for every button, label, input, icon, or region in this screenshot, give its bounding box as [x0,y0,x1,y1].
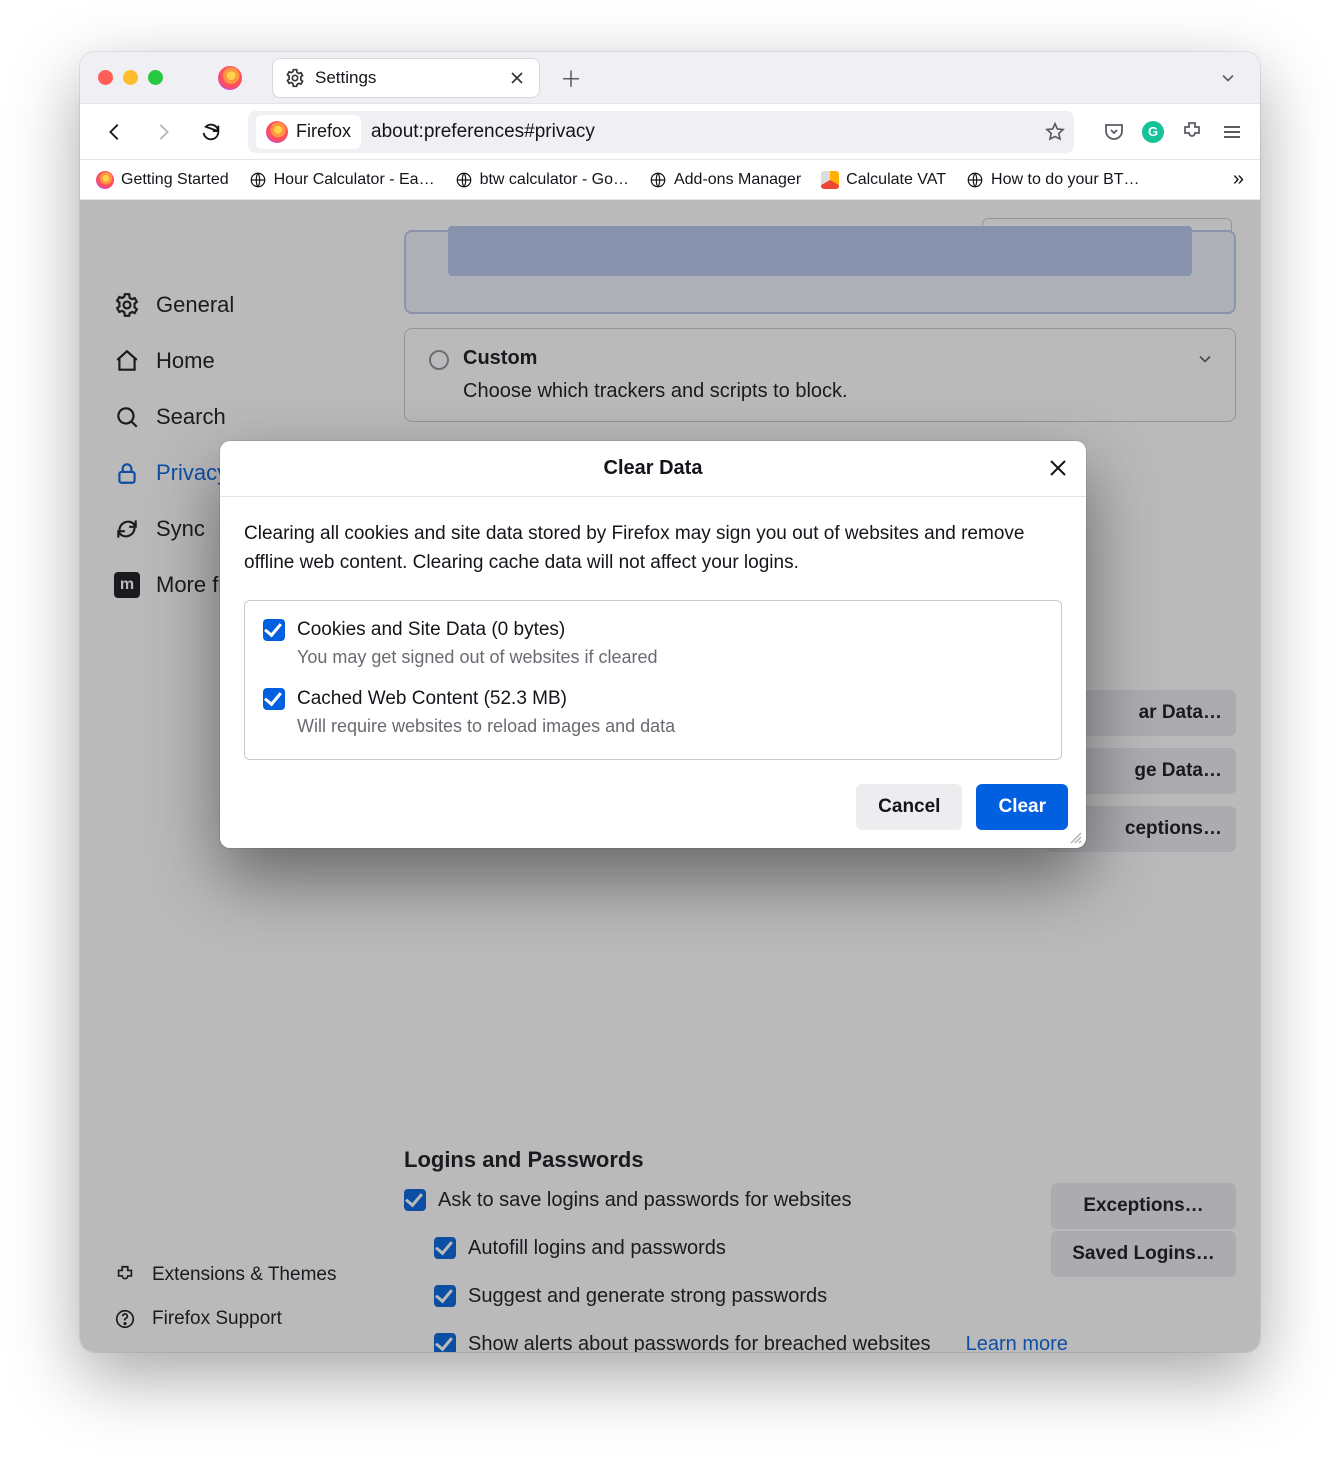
tab-strip: Settings ＋ [80,52,1260,104]
clear-button[interactable]: Clear [976,784,1068,830]
grammarly-icon[interactable] [1142,121,1164,143]
app-menu-icon[interactable] [1220,120,1244,144]
clear-data-dialog: Clear Data Clearing all cookies and site… [220,441,1086,848]
option-cookies-site-data: Cookies and Site Data (0 bytes) You may … [263,619,1043,668]
tab-settings[interactable]: Settings [272,58,540,98]
firefox-icon [266,121,288,143]
forward-button[interactable] [144,113,182,151]
browser-window: Settings ＋ Firefox [80,52,1260,1352]
window-minimize-button[interactable] [123,70,138,85]
bookmark-addons-manager[interactable]: Add-ons Manager [649,171,801,189]
close-icon[interactable] [507,68,527,88]
dialog-description: Clearing all cookies and site data store… [244,519,1062,578]
globe-icon [455,171,473,189]
navigation-toolbar: Firefox about:preferences#privacy [80,104,1260,160]
gear-icon [285,68,305,88]
dialog-title: Clear Data [604,457,703,480]
extensions-icon[interactable] [1180,120,1204,144]
url-text: about:preferences#privacy [371,121,595,143]
bookmark-btw-calculator[interactable]: btw calculator - Go… [455,171,629,189]
globe-icon [249,171,267,189]
identity-box[interactable]: Firefox [256,115,361,149]
tabs-dropdown-icon[interactable] [1218,68,1238,88]
identity-label: Firefox [296,121,351,142]
window-controls [80,70,163,85]
bookmark-calculate-vat[interactable]: Calculate VAT [821,171,946,189]
option-cached-web-content: Cached Web Content (52.3 MB) Will requir… [263,688,1043,737]
checkbox-cookies-data[interactable] [263,619,285,641]
new-tab-button[interactable]: ＋ [560,62,582,94]
pocket-icon[interactable] [1102,120,1126,144]
bookmark-hour-calculator[interactable]: Hour Calculator - Ea… [249,171,435,189]
window-zoom-button[interactable] [148,70,163,85]
cancel-button[interactable]: Cancel [856,784,962,830]
checkbox-cached-content[interactable] [263,688,285,710]
globe-icon [966,171,984,189]
vat-icon [821,171,839,189]
resize-handle-icon[interactable] [1068,830,1082,844]
tab-label: Settings [315,68,497,88]
bookmark-star-icon[interactable] [1044,121,1066,143]
globe-icon [649,171,667,189]
firefox-app-icon [218,66,242,90]
bookmarks-overflow-button[interactable]: » [1233,168,1244,191]
bookmark-how-to-bt[interactable]: How to do your BT… [966,171,1140,189]
back-button[interactable] [96,113,134,151]
bookmarks-toolbar: Getting Started Hour Calculator - Ea… bt… [80,160,1260,200]
bookmark-getting-started[interactable]: Getting Started [96,171,229,189]
dialog-close-button[interactable] [1046,456,1070,480]
window-close-button[interactable] [98,70,113,85]
reload-button[interactable] [192,113,230,151]
address-bar[interactable]: Firefox about:preferences#privacy [248,111,1074,153]
